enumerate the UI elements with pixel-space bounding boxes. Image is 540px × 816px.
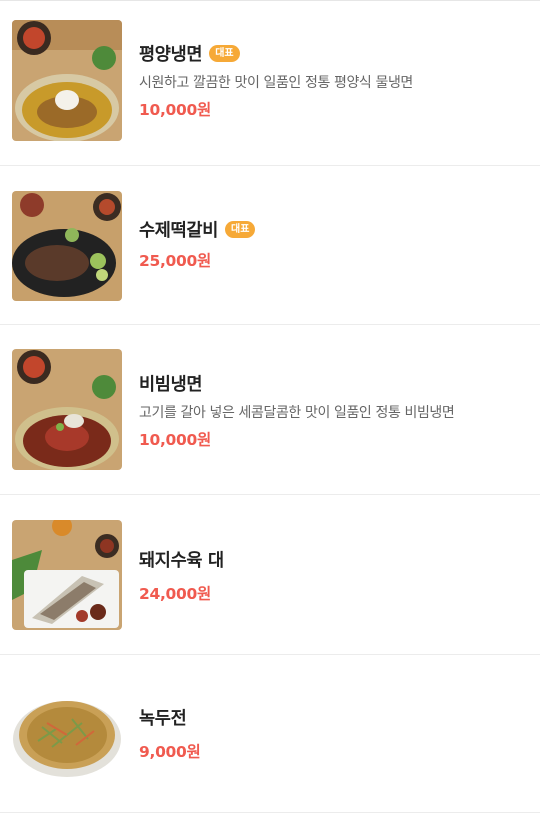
name-row: 돼지수육 대 [139, 547, 532, 572]
item-name: 돼지수육 대 [139, 551, 224, 571]
item-price: 10,000원 [139, 101, 211, 119]
item-info: 비빔냉면 고기를 갈아 넣은 세콤달콤한 맛이 일품인 정통 비빔냉면 10,0… [139, 371, 532, 450]
name-row: 평양냉면 대표 [139, 41, 532, 66]
menu-list: 평양냉면 대표 시원하고 깔끔한 맛이 일품인 정통 평양식 물냉면 10,00… [0, 0, 540, 813]
food-image [12, 683, 122, 783]
item-name: 녹두전 [139, 709, 187, 729]
item-name: 수제떡갈비 [139, 221, 218, 241]
item-info: 녹두전 9,000원 [139, 705, 532, 762]
name-row: 녹두전 [139, 705, 532, 730]
item-price: 24,000원 [139, 585, 211, 603]
item-price: 10,000원 [139, 431, 211, 449]
food-image [12, 520, 122, 630]
food-image [12, 191, 122, 301]
item-name: 비빔냉면 [139, 375, 203, 395]
name-row: 수제떡갈비 대표 [139, 217, 532, 242]
item-info: 돼지수육 대 24,000원 [139, 547, 532, 604]
item-info: 평양냉면 대표 시원하고 깔끔한 맛이 일품인 정통 평양식 물냉면 10,00… [139, 41, 532, 120]
item-price: 25,000원 [139, 252, 211, 270]
item-description: 고기를 갈아 넣은 세콤달콤한 맛이 일품인 정통 비빔냉면 [139, 405, 455, 421]
menu-item[interactable]: 녹두전 9,000원 [0, 655, 540, 813]
food-image [12, 20, 122, 141]
menu-item[interactable]: 돼지수육 대 24,000원 [0, 495, 540, 655]
name-row: 비빔냉면 [139, 371, 532, 396]
menu-item[interactable]: 비빔냉면 고기를 갈아 넣은 세콤달콤한 맛이 일품인 정통 비빔냉면 10,0… [0, 325, 540, 495]
item-description: 시원하고 깔끔한 맛이 일품인 정통 평양식 물냉면 [139, 75, 413, 91]
item-name: 평양냉면 [139, 45, 203, 65]
item-price: 9,000원 [139, 743, 201, 761]
item-info: 수제떡갈비 대표 25,000원 [139, 217, 532, 271]
menu-item[interactable]: 수제떡갈비 대표 25,000원 [0, 166, 540, 325]
signature-badge: 대표 [209, 45, 240, 62]
menu-item[interactable]: 평양냉면 대표 시원하고 깔끔한 맛이 일품인 정통 평양식 물냉면 10,00… [0, 1, 540, 166]
food-image [12, 349, 122, 470]
signature-badge: 대표 [225, 221, 256, 238]
